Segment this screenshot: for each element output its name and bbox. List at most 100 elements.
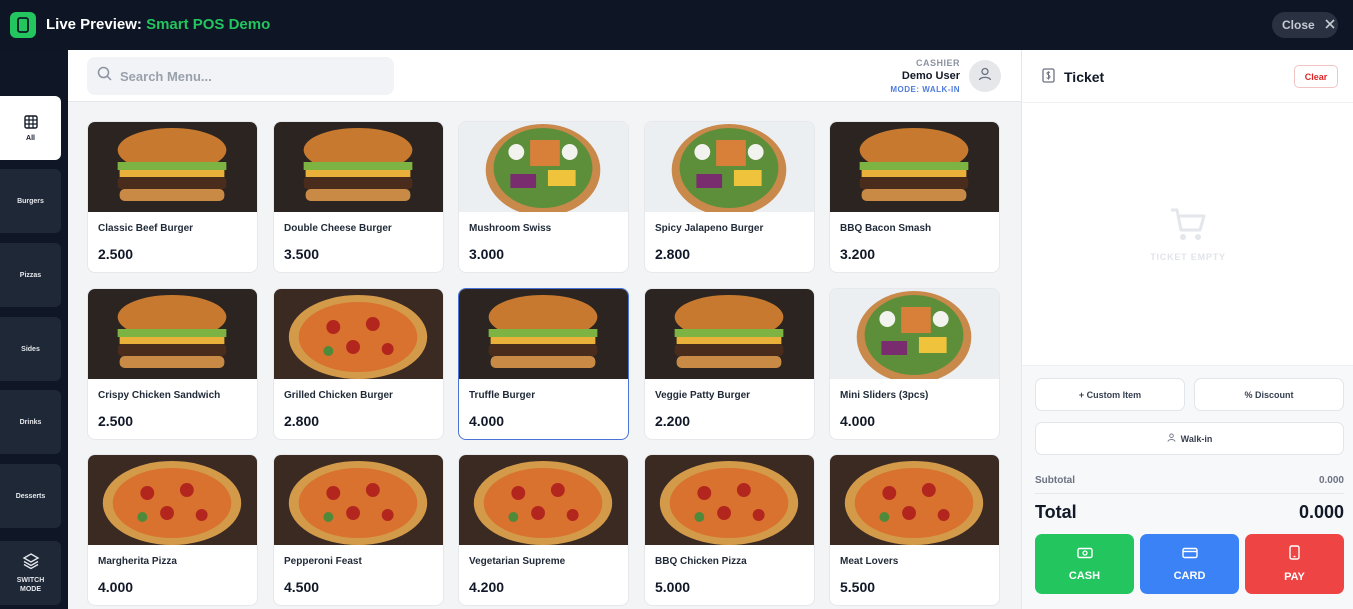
product-card[interactable]: Pepperoni Feast 4.500 <box>273 454 444 606</box>
product-price: 5.500 <box>840 579 876 595</box>
product-name: Spicy Jalapeno Burger <box>655 223 764 234</box>
product-price: 2.200 <box>655 413 691 429</box>
category-label: Drinks <box>19 418 42 426</box>
product-name: BBQ Chicken Pizza <box>655 556 747 567</box>
cashier-name: Demo User <box>901 70 960 82</box>
product-card[interactable]: Crispy Chicken Sandwich 2.500 <box>87 288 258 440</box>
ticket-panel: Ticket Clear TICKET EMPTY + Custom Item … <box>1021 50 1353 609</box>
product-card[interactable]: Classic Beef Burger 2.500 <box>87 121 258 273</box>
custom-item-button[interactable]: + Custom Item <box>1035 378 1185 411</box>
product-card[interactable]: Meat Lovers 5.500 <box>829 454 1000 606</box>
product-card[interactable]: BBQ Bacon Smash 3.200 <box>829 121 1000 273</box>
product-card[interactable]: Veggie Patty Burger 2.200 <box>644 288 815 440</box>
menu-header: CASHIER Demo User MODE: WALK-IN <box>68 50 1021 102</box>
burger-photo <box>274 122 443 212</box>
ticket-actions: + Custom Item % Discount Walk-in Subtota… <box>1022 365 1353 609</box>
product-name: Mini Sliders (3pcs) <box>840 390 929 401</box>
product-card[interactable]: Margherita Pizza 4.000 <box>87 454 258 606</box>
close-button[interactable]: Close <box>1272 12 1338 38</box>
category-label: Burgers <box>17 197 44 205</box>
top-bar: Live Preview: Smart POS Demo Close <box>0 0 1353 50</box>
category-sides[interactable]: Sides <box>0 317 61 381</box>
burger-photo <box>459 289 628 379</box>
ticket-header: Ticket Clear <box>1022 50 1353 103</box>
product-name: Grilled Chicken Burger <box>284 390 393 401</box>
card-icon <box>1181 547 1198 562</box>
product-name: Vegetarian Supreme <box>469 556 566 567</box>
product-price: 2.800 <box>284 413 320 429</box>
category-desserts[interactable]: Desserts <box>0 464 61 528</box>
total-label: Total <box>1035 502 1077 522</box>
discount-label: % Discount <box>1244 389 1294 400</box>
product-price: 4.000 <box>469 413 505 429</box>
cash-label: CASH <box>1068 569 1101 582</box>
product-card[interactable]: Truffle Burger 4.000 <box>458 288 629 440</box>
avatar[interactable] <box>969 60 1001 92</box>
product-price: 2.500 <box>98 246 134 262</box>
product-card[interactable]: Double Cheese Burger 3.500 <box>273 121 444 273</box>
category-drinks[interactable]: Drinks <box>0 390 61 454</box>
category-rail: All Burgers Pizzas Sides Drinks Desserts… <box>0 50 68 609</box>
product-card[interactable]: Mini Sliders (3pcs) 4.000 <box>829 288 1000 440</box>
custom-item-label: + Custom Item <box>1078 389 1142 400</box>
burger-photo <box>645 289 814 379</box>
salad-bowl-photo <box>645 122 814 216</box>
ticket-empty-state: TICKET EMPTY <box>1022 103 1353 365</box>
pay-label: PAY <box>1284 571 1305 583</box>
window-title: Live Preview: Smart POS Demo <box>46 16 270 33</box>
grid-icon <box>23 114 38 131</box>
category-all[interactable]: All <box>0 96 61 160</box>
subtotal-value: 0.000 <box>1318 475 1344 486</box>
pizza-photo <box>645 455 814 545</box>
product-card[interactable]: Vegetarian Supreme 4.200 <box>458 454 629 606</box>
category-burgers[interactable]: Burgers <box>0 169 61 233</box>
product-card[interactable]: Spicy Jalapeno Burger 2.800 <box>644 121 815 273</box>
card-button[interactable]: CARD <box>1140 534 1239 594</box>
phone-icon <box>1289 545 1300 563</box>
search-bar[interactable] <box>87 57 394 95</box>
product-name: Meat Lovers <box>840 556 899 567</box>
clear-button[interactable]: Clear <box>1294 65 1338 88</box>
product-name: BBQ Bacon Smash <box>840 223 932 234</box>
product-card[interactable]: Grilled Chicken Burger 2.800 <box>273 288 444 440</box>
customer-label: Walk-in <box>1180 433 1213 444</box>
product-price: 5.000 <box>655 579 691 595</box>
app-icon <box>10 12 36 38</box>
subtotal-label: Subtotal <box>1035 475 1075 486</box>
burger-photo <box>830 122 999 212</box>
search-icon <box>97 66 112 86</box>
product-name: Truffle Burger <box>469 390 536 401</box>
cart-icon <box>1169 207 1207 248</box>
product-price: 3.200 <box>840 246 876 262</box>
category-pizzas[interactable]: Pizzas <box>0 243 61 307</box>
search-input[interactable] <box>120 68 380 84</box>
switch-mode-button[interactable]: SWITCH MODE <box>0 541 61 605</box>
layers-icon <box>22 552 40 572</box>
pay-button[interactable]: PAY <box>1245 534 1344 594</box>
card-label: CARD <box>1173 569 1206 582</box>
pizza-photo <box>830 455 999 545</box>
customer-button[interactable]: Walk-in <box>1035 422 1344 455</box>
user-icon <box>1167 433 1176 444</box>
pizza-photo <box>274 455 443 545</box>
category-label: Sides <box>21 345 40 353</box>
product-name: Classic Beef Burger <box>98 223 194 234</box>
close-icon <box>1325 18 1335 32</box>
window-title-prefix: Live Preview: <box>46 16 142 33</box>
divider <box>1035 493 1344 494</box>
pizza-photo <box>274 289 443 379</box>
discount-button[interactable]: % Discount <box>1194 378 1344 411</box>
product-name: Mushroom Swiss <box>469 223 552 234</box>
product-price: 2.500 <box>98 413 134 429</box>
user-icon <box>978 67 992 86</box>
product-card[interactable]: Mushroom Swiss 3.000 <box>458 121 629 273</box>
pizza-photo <box>459 455 628 545</box>
product-card[interactable]: BBQ Chicken Pizza 5.000 <box>644 454 815 606</box>
product-price: 4.500 <box>284 579 320 595</box>
cash-button[interactable]: CASH <box>1035 534 1134 594</box>
cashier-mode: MODE: WALK-IN <box>890 85 960 94</box>
product-price: 3.000 <box>469 246 505 262</box>
switch-mode-label: SWITCH MODE <box>16 577 45 593</box>
menu-area: CASHIER Demo User MODE: WALK-IN Classic … <box>68 50 1021 609</box>
product-price: 4.000 <box>840 413 876 429</box>
